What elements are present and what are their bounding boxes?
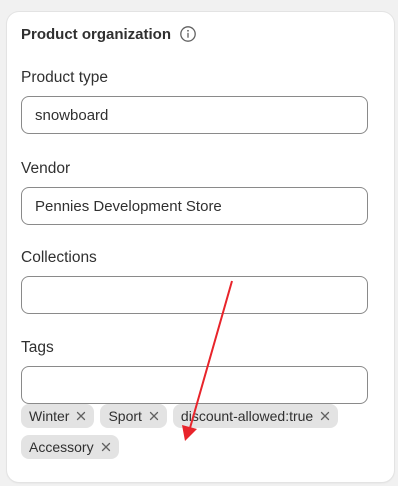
product-type-label: Product type bbox=[21, 69, 109, 86]
vendor-label: Vendor bbox=[21, 160, 71, 177]
product-type-value: snowboard bbox=[35, 106, 109, 124]
tag-label: Sport bbox=[108, 408, 142, 424]
close-icon[interactable] bbox=[100, 441, 112, 453]
tag-label: Accessory bbox=[29, 439, 94, 455]
tag-chip: discount-allowed:true bbox=[172, 404, 339, 428]
collections-input[interactable] bbox=[21, 276, 368, 314]
tag-chip: Sport bbox=[100, 404, 167, 428]
tag-label: discount-allowed:true bbox=[180, 408, 314, 424]
tags-input[interactable] bbox=[21, 366, 368, 404]
vendor-value: Pennies Development Store bbox=[35, 197, 222, 215]
vendor-input[interactable]: Pennies Development Store bbox=[21, 187, 368, 225]
tag-chip: Accessory bbox=[21, 435, 119, 459]
collections-label: Collections bbox=[21, 249, 97, 266]
tags-label: Tags bbox=[21, 339, 54, 356]
info-icon[interactable] bbox=[179, 25, 197, 43]
card-title: Product organization bbox=[21, 25, 171, 43]
tag-label: Winter bbox=[29, 408, 70, 424]
tag-chip: Winter bbox=[21, 404, 95, 428]
card-header: Product organization bbox=[21, 25, 197, 43]
tag-list: Winter Sport discount-allowed:true Acces… bbox=[21, 404, 371, 459]
close-icon[interactable] bbox=[148, 410, 160, 422]
close-icon[interactable] bbox=[319, 410, 331, 422]
product-type-input[interactable]: snowboard bbox=[21, 96, 368, 134]
close-icon[interactable] bbox=[75, 410, 87, 422]
